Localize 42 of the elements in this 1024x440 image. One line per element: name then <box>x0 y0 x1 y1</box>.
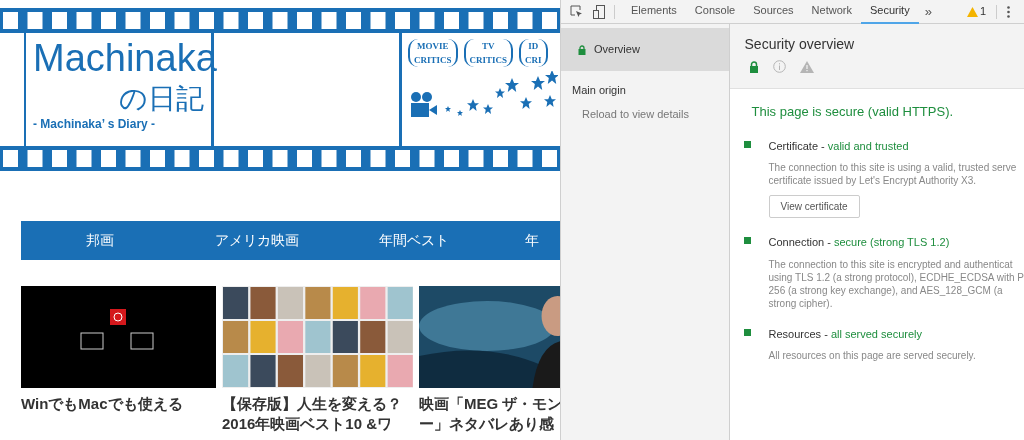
panel-title: Security overview <box>744 35 856 53</box>
nav-link[interactable]: 邦画 <box>21 230 178 251</box>
article-title[interactable]: ー」ネタバレあり感 <box>419 414 560 434</box>
warning-icon <box>966 6 978 17</box>
logo-tagline: - Machinaka’ s Diary - <box>33 116 157 133</box>
devtools-tab[interactable]: Sources <box>744 0 803 24</box>
section-title: Connection - secure (strong TLS 1.2) <box>768 235 951 250</box>
devtools-tab[interactable]: Elements <box>622 0 686 24</box>
article-title[interactable]: 2016年映画ベスト10 &ワ <box>222 414 413 434</box>
critics-badge: MOVIE CRITICS <box>408 39 458 67</box>
devtools-tab[interactable]: Security <box>860 0 919 24</box>
section-description: The connection to this site is using a valid, trusted serve <box>768 161 1017 174</box>
nav-link[interactable]: 年間ベスト <box>335 230 492 251</box>
warning-count[interactable]: 1 <box>979 3 986 20</box>
section-title: Resources - all served securely <box>768 326 923 342</box>
section-description: All resources on this page are served securely. <box>768 349 976 362</box>
sidebar-item[interactable]: Overview <box>561 28 729 71</box>
nav-link[interactable]: アメリカ映画 <box>178 230 335 251</box>
lock-icon <box>578 44 586 55</box>
critics-badge: TV CRITICS <box>463 39 514 67</box>
section-description: certificate issued by Let's Encrypt Authority X3. <box>768 174 978 187</box>
section-description: using TLS 1.2 (a strong protocol), ECDHE_ECDSA with P <box>768 270 1024 284</box>
section-description: 256 (a strong key exchange), and AES_128_GCM (a <box>768 283 1004 297</box>
nav-link[interactable]: 年 <box>512 230 552 251</box>
article-title[interactable]: 【保存版】人生を変える？ <box>222 394 413 414</box>
section-description: strong cipher). <box>768 296 834 310</box>
inspect-icon[interactable] <box>570 5 583 18</box>
article-title[interactable]: WinでもMacでも使える <box>21 394 216 414</box>
more-tabs-button[interactable]: » <box>918 1 938 22</box>
section-description: The connection to this site is encrypted and authenticat <box>768 257 1014 271</box>
section-title: Certificate - valid and trusted <box>768 138 910 154</box>
more-menu-icon[interactable] <box>1007 5 1010 18</box>
sidebar-hint: Reload to view details <box>582 106 690 122</box>
device-icon[interactable] <box>593 4 605 19</box>
view-certificate-button[interactable]: View certificate <box>768 195 860 218</box>
devtools-tab[interactable]: Console <box>685 0 745 24</box>
critics-badge: ID CRI <box>519 39 548 67</box>
lock-icon[interactable] <box>748 60 759 73</box>
devtools-tab[interactable]: Network <box>802 0 861 24</box>
logo-subtitle: の日記 <box>119 83 204 115</box>
section-heading: Main origin <box>572 83 627 98</box>
summary-text: This page is secure (valid HTTPS). <box>751 103 955 121</box>
